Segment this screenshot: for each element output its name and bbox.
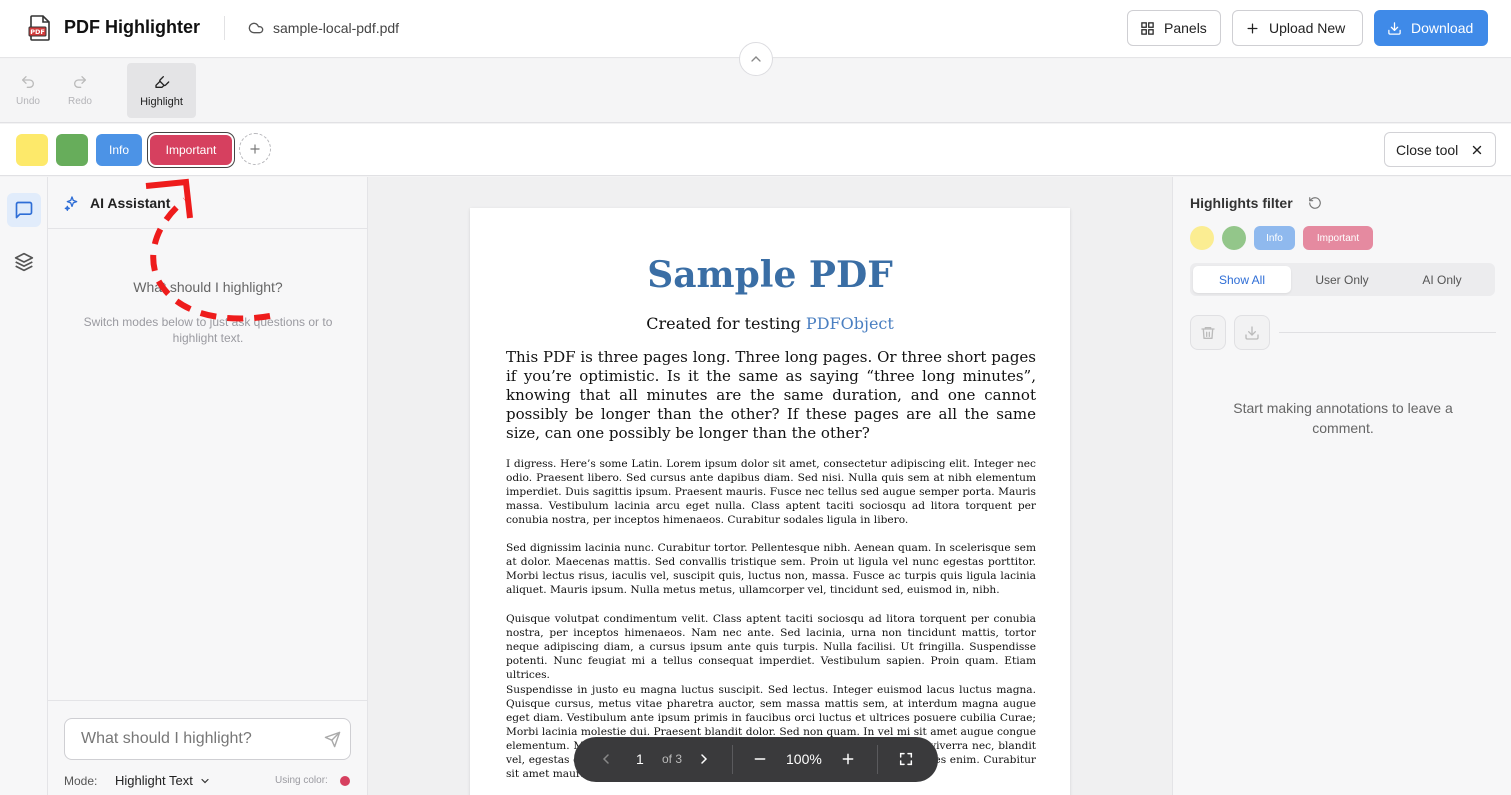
using-color-label: Using color: bbox=[275, 775, 328, 786]
export-highlights-button[interactable] bbox=[1234, 315, 1270, 350]
plus-icon bbox=[250, 144, 260, 154]
cloud-icon bbox=[248, 22, 264, 34]
page-number-input[interactable]: 1 bbox=[636, 751, 644, 767]
chevron-left-icon[interactable] bbox=[598, 751, 614, 767]
zoom-out-icon[interactable] bbox=[752, 751, 768, 767]
mode-value: Highlight Text bbox=[115, 773, 193, 788]
annotations-empty-message: Start making annotations to leave a comm… bbox=[1233, 400, 1453, 436]
app-title: PDF Highlighter bbox=[64, 17, 200, 37]
highlighter-icon bbox=[154, 75, 169, 88]
pdf-page[interactable]: Sample PDF Created for testing PDFObject… bbox=[470, 208, 1070, 795]
ai-assistant-panel: AI Assistant What should I highlight? Sw… bbox=[48, 177, 368, 795]
filter-chip-important[interactable]: Important bbox=[1303, 226, 1373, 250]
pdf-subtitle-link[interactable]: PDFObject bbox=[806, 314, 894, 333]
highlight-label: Highlight bbox=[140, 95, 183, 108]
color-swatch-green[interactable] bbox=[56, 134, 88, 166]
upload-label: Upload New bbox=[1269, 20, 1346, 36]
pdf-paragraph: I digress. Here’s some Latin. Lorem ipsu… bbox=[506, 458, 1036, 526]
ai-empty-subtitle: Switch modes below to just ask questions… bbox=[83, 315, 333, 345]
upload-new-button[interactable]: Upload New bbox=[1232, 10, 1363, 46]
undo-button[interactable]: Undo bbox=[0, 63, 56, 118]
reset-icon[interactable] bbox=[1308, 196, 1322, 210]
pdf-viewer: Sample PDF Created for testing PDFObject… bbox=[368, 177, 1172, 795]
file-name: sample-local-pdf.pdf bbox=[273, 20, 400, 36]
color-picker-bar: Info Important Close tool bbox=[0, 124, 1511, 176]
undo-label: Undo bbox=[16, 96, 40, 107]
highlights-filter-title: Highlights filter bbox=[1190, 195, 1293, 211]
undo-icon bbox=[22, 76, 34, 88]
page-controls: 1 of 3 100% bbox=[574, 737, 938, 782]
download-icon bbox=[1245, 325, 1259, 340]
tab-user-only[interactable]: User Only bbox=[1293, 266, 1391, 293]
panels-label: Panels bbox=[1164, 20, 1207, 36]
filter-chip-yellow[interactable] bbox=[1190, 226, 1214, 250]
close-tool-label: Close tool bbox=[1396, 141, 1459, 158]
add-color-button[interactable] bbox=[239, 133, 271, 165]
pager-divider bbox=[877, 745, 878, 774]
ai-prompt-input[interactable]: What should I highlight? bbox=[64, 718, 351, 760]
fullscreen-icon[interactable] bbox=[898, 751, 914, 767]
ai-empty-title: What should I highlight? bbox=[133, 279, 283, 295]
pdf-subtitle-text: Created for testing bbox=[646, 314, 801, 333]
pdf-title: Sample PDF bbox=[647, 254, 893, 296]
mode-label: Mode: bbox=[64, 774, 98, 788]
page-total: of 3 bbox=[662, 752, 683, 766]
sparkles-icon bbox=[64, 195, 78, 211]
chat-icon bbox=[15, 201, 33, 219]
pdf-paragraph: Quisque volutpat condimentum velit. Clas… bbox=[506, 613, 1036, 681]
tab-show-all[interactable]: Show All bbox=[1193, 266, 1291, 293]
ai-panel-title: AI Assistant bbox=[90, 194, 171, 211]
close-icon bbox=[1473, 145, 1482, 154]
plus-icon bbox=[1247, 23, 1258, 33]
redo-icon bbox=[74, 76, 86, 88]
trash-icon bbox=[1201, 326, 1215, 339]
ai-panel-footer: What should I highlight? Mode: Highlight… bbox=[48, 700, 368, 795]
filter-chip-green[interactable] bbox=[1222, 226, 1246, 250]
layers-icon bbox=[14, 252, 34, 272]
color-swatch-yellow[interactable] bbox=[16, 134, 48, 166]
chevron-right-icon[interactable] bbox=[696, 751, 712, 767]
filter-segmented-control: Show All User Only AI Only bbox=[1190, 263, 1495, 296]
svg-text:PDF: PDF bbox=[30, 28, 45, 36]
ai-panel-header: AI Assistant bbox=[48, 177, 367, 229]
color-swatch-info[interactable]: Info bbox=[96, 134, 142, 166]
panels-button[interactable]: Panels bbox=[1127, 10, 1221, 46]
grid-icon bbox=[1141, 21, 1154, 35]
chat-panel-button[interactable] bbox=[7, 193, 41, 227]
send-icon[interactable] bbox=[324, 731, 341, 748]
left-rail bbox=[0, 177, 48, 795]
zoom-level: 100% bbox=[786, 751, 822, 767]
pager-divider bbox=[732, 745, 733, 774]
chevron-down-icon bbox=[201, 778, 209, 783]
header-divider bbox=[224, 16, 225, 40]
ai-prompt-placeholder: What should I highlight? bbox=[81, 730, 252, 747]
layers-panel-button[interactable] bbox=[7, 245, 41, 279]
pdf-file-icon: PDF bbox=[28, 15, 50, 41]
download-label: Download bbox=[1411, 20, 1474, 36]
pdf-lead-paragraph: This PDF is three pages long. Three long… bbox=[506, 348, 1036, 442]
delete-highlights-button[interactable] bbox=[1190, 315, 1226, 350]
color-swatch-important[interactable]: Important bbox=[150, 135, 232, 165]
pdf-paragraph: Sed dignissim lacinia nunc. Curabitur to… bbox=[506, 542, 1036, 596]
close-tool-button[interactable]: Close tool bbox=[1384, 132, 1496, 167]
download-button[interactable]: Download bbox=[1374, 10, 1488, 46]
zoom-in-icon[interactable] bbox=[840, 751, 856, 767]
highlights-panel: Highlights filter Info Important Show Al… bbox=[1172, 177, 1511, 795]
highlight-tool-button[interactable]: Highlight bbox=[127, 63, 196, 118]
filter-chip-info[interactable]: Info bbox=[1254, 226, 1295, 250]
chevron-up-icon bbox=[751, 56, 761, 62]
download-icon bbox=[1388, 21, 1401, 35]
collapse-toolbar-button[interactable] bbox=[739, 42, 773, 76]
redo-button[interactable]: Redo bbox=[52, 63, 108, 118]
redo-label: Redo bbox=[68, 96, 92, 107]
pdf-subtitle: Created for testing PDFObject bbox=[470, 314, 1070, 333]
using-color-dot bbox=[340, 776, 350, 786]
mode-select[interactable]: Highlight Text bbox=[115, 773, 211, 788]
panel-divider bbox=[1279, 332, 1496, 333]
tab-ai-only[interactable]: AI Only bbox=[1393, 266, 1491, 293]
